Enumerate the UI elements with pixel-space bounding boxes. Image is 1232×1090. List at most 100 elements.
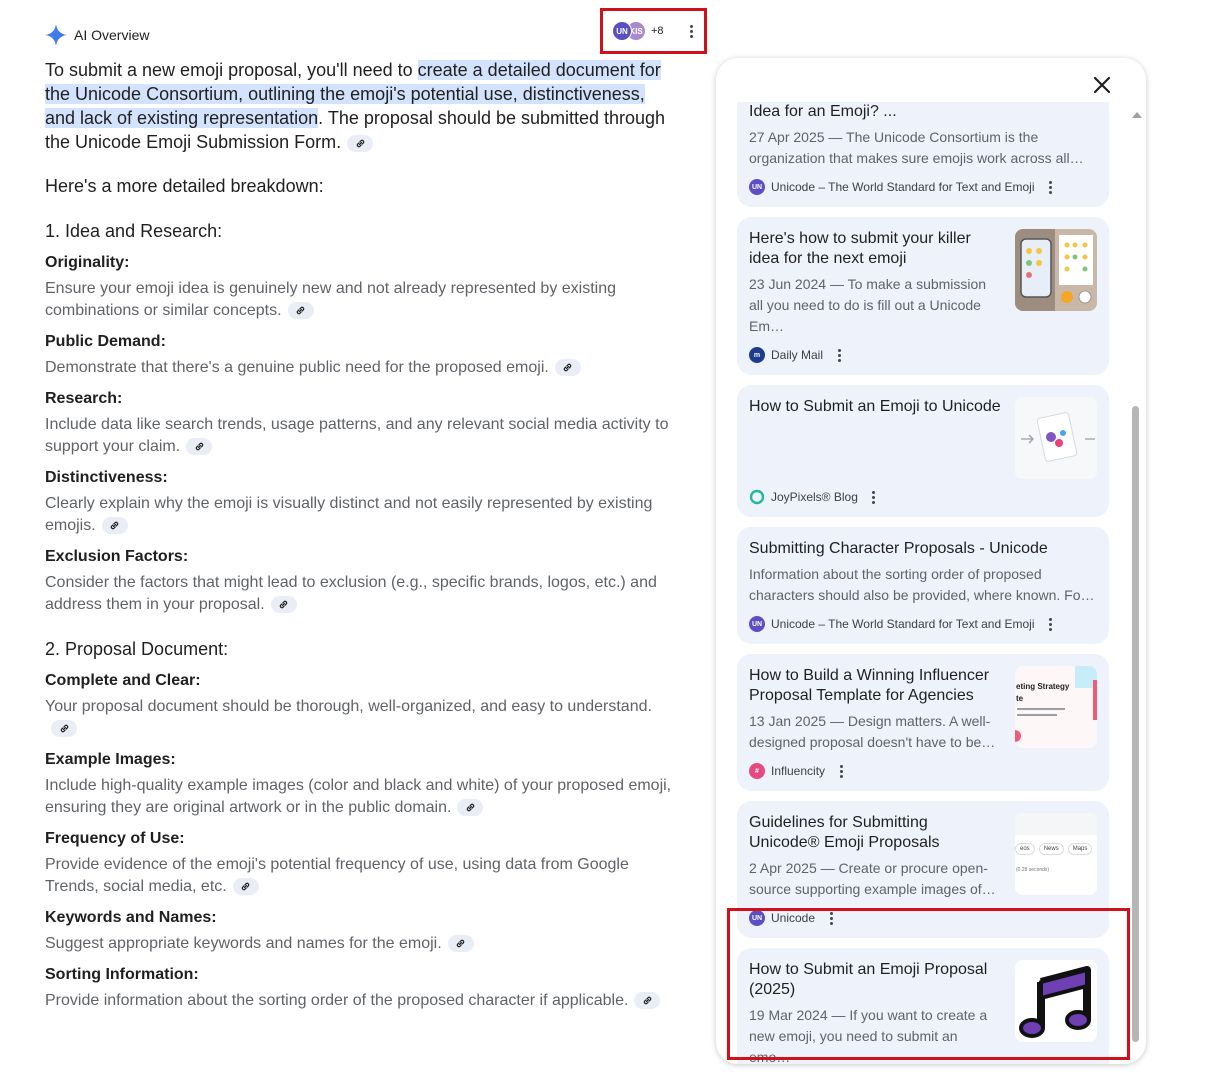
source-link-chip[interactable] [634, 992, 661, 1010]
article-thumbnail[interactable] [1015, 397, 1097, 479]
source-cards: Call for Submissions Open! -- So You Hav… [737, 102, 1109, 1064]
favicon-text: UN [751, 914, 763, 922]
item-title: Exclusion Factors: [45, 548, 189, 565]
article-thumbnail[interactable]: eting Strategy te [1015, 666, 1097, 748]
scroll-up-arrow-icon[interactable] [1132, 112, 1142, 118]
source-link-chip[interactable] [457, 799, 484, 817]
section-heading: 1. Idea and Research: [45, 221, 223, 241]
source-site-row: UN Unicode – The World Standard for Text… [749, 614, 1097, 634]
article-thumbnail[interactable]: eos News Maps (0.28 seconds) [1015, 813, 1097, 895]
music-note-icon [1015, 960, 1097, 1042]
source-link-chip[interactable] [51, 720, 77, 738]
link-icon [564, 364, 572, 372]
source-card-title[interactable]: Submitting Character Proposals - Unicode [749, 539, 1097, 559]
source-site-row: UN Unicode [749, 908, 1097, 928]
source-card-snippet: 27 Apr 2025 — The Unicode Consortium is … [749, 129, 1084, 166]
article-thumbnail[interactable] [1015, 229, 1097, 311]
item-title: Example Images: [45, 751, 176, 768]
answer-item: Sorting Information: Provide information … [45, 964, 675, 1012]
source-link-chip[interactable] [287, 302, 314, 320]
source-link-chip[interactable] [232, 878, 259, 896]
source-link-chip[interactable] [101, 517, 128, 535]
ai-overview-title: AI Overview [74, 27, 150, 43]
item-title: Research: [45, 390, 123, 407]
source-card-snippet: 19 Mar 2024 — If you want to create a ne… [749, 1007, 988, 1064]
sources-panel: Call for Submissions Open! -- So You Hav… [716, 58, 1146, 1064]
source-card[interactable]: Guidelines for Submitting Unicode® Emoji… [737, 801, 1109, 938]
answer-item: Research: Include data like search trends… [45, 388, 675, 458]
source-site-row: UN Unicode – The World Standard for Text… [749, 177, 1097, 197]
item-text: Consider the factors that might lead to … [45, 572, 675, 616]
source-link-chip[interactable] [347, 134, 374, 152]
source-card[interactable]: Submitting Character Proposals - Unicode… [737, 527, 1109, 644]
site-name: Influencity [771, 764, 826, 778]
site-name: Unicode [771, 911, 816, 925]
item-text: Ensure your emoji idea is genuinely new … [45, 278, 675, 322]
item-title: Distinctiveness: [45, 469, 168, 486]
sources-button[interactable]: UN KIS +8 [600, 8, 707, 54]
item-text-content: Your proposal document should be thoroug… [45, 698, 652, 715]
close-icon[interactable] [1091, 74, 1113, 96]
source-card[interactable]: Here's how to submit your killer idea fo… [737, 217, 1109, 375]
item-title: Frequency of Use: [45, 830, 185, 847]
scrollbar[interactable] [1129, 102, 1142, 1052]
source-card-title[interactable]: Call for Submissions Open! -- So You Hav… [749, 102, 1097, 122]
item-text-content: Consider the factors that might lead to … [45, 574, 657, 613]
source-card-title[interactable]: How to Build a Winning Influencer Propos… [749, 666, 1001, 706]
thumbnail-tab: News [1038, 843, 1064, 855]
site-favicon-icon: m [749, 347, 765, 363]
item-title: Originality: [45, 254, 130, 271]
source-card[interactable]: Call for Submissions Open! -- So You Hav… [737, 102, 1109, 207]
item-text-content: Provide evidence of the emoji's potentia… [45, 856, 629, 895]
intro-paragraph: To submit a new emoji proposal, you'll n… [45, 58, 675, 154]
answer-item: Example Images: Include high-quality exam… [45, 749, 675, 819]
answer-item: Distinctiveness: Clearly explain why the … [45, 467, 675, 537]
item-text: Your proposal document should be thoroug… [45, 696, 675, 740]
link-icon [643, 997, 652, 1005]
answer-sections: 1. Idea and Research: Originality: Ensure … [45, 219, 675, 1012]
source-card[interactable]: How to Build a Winning Influencer Propos… [737, 654, 1109, 791]
more-options-icon[interactable] [868, 489, 880, 505]
item-title: Keywords and Names: [45, 909, 217, 926]
more-options-icon[interactable] [833, 347, 845, 363]
source-card[interactable]: How to Submit an Emoji to Unicode JoyPix… [737, 385, 1109, 517]
ai-overview-answer: To submit a new emoji proposal, you'll n… [45, 58, 675, 1012]
source-card-snippet: 2 Apr 2025 — Create or procure open-sour… [749, 860, 996, 897]
site-favicon-icon: UN [749, 910, 765, 926]
breakdown-heading: Here's a more detailed breakdown: [45, 176, 324, 196]
source-card[interactable]: How to Submit an Emoji Proposal (2025) 1… [737, 948, 1109, 1064]
item-text: Provide information about the sorting or… [45, 990, 675, 1012]
source-card-title[interactable]: How to Submit an Emoji Proposal (2025) [749, 960, 1001, 1000]
answer-item: Frequency of Use: Provide evidence of the… [45, 828, 675, 898]
source-avatar-unicode: UN [612, 21, 632, 41]
site-name: JoyPixels® Blog [771, 490, 858, 504]
item-title: Complete and Clear: [45, 672, 201, 689]
more-options-icon[interactable] [1044, 616, 1056, 632]
more-options-icon[interactable] [825, 910, 837, 926]
thumbnail-text: te [1016, 694, 1024, 703]
item-text-content: Suggest appropriate keywords and names f… [45, 935, 442, 952]
section-heading: 2. Proposal Document: [45, 639, 229, 659]
favicon-text: UN [751, 183, 763, 191]
scrollbar-thumb[interactable] [1132, 406, 1139, 1042]
source-card-snippet: 23 Jun 2024 — To make a submission all y… [749, 276, 987, 334]
music-note-thumbnail[interactable] [1015, 960, 1097, 1042]
site-favicon-icon [749, 489, 765, 505]
site-name: Daily Mail [771, 348, 824, 362]
source-card-title[interactable]: Here's how to submit your killer idea fo… [749, 229, 1001, 269]
source-link-chip[interactable] [447, 935, 474, 953]
source-link-chip[interactable] [186, 438, 213, 456]
site-name: Unicode – The World Standard for Text an… [771, 617, 1035, 631]
source-link-chip[interactable] [270, 596, 297, 614]
source-link-chip[interactable] [554, 359, 581, 377]
item-text-content: Include high-quality example images (col… [45, 777, 672, 816]
item-text: Suggest appropriate keywords and names f… [45, 933, 675, 955]
thumbnail-text: (0.28 seconds) [1016, 867, 1050, 873]
more-options-icon[interactable] [835, 763, 847, 779]
source-card-title[interactable]: Guidelines for Submitting Unicode® Emoji… [749, 813, 1001, 853]
source-site-row: m Daily Mail [749, 345, 1097, 365]
item-text-content: Include data like search trends, usage p… [45, 416, 669, 455]
more-options-icon[interactable] [1044, 179, 1056, 195]
more-options-icon[interactable] [686, 23, 698, 39]
source-card-title[interactable]: How to Submit an Emoji to Unicode [749, 397, 1001, 417]
